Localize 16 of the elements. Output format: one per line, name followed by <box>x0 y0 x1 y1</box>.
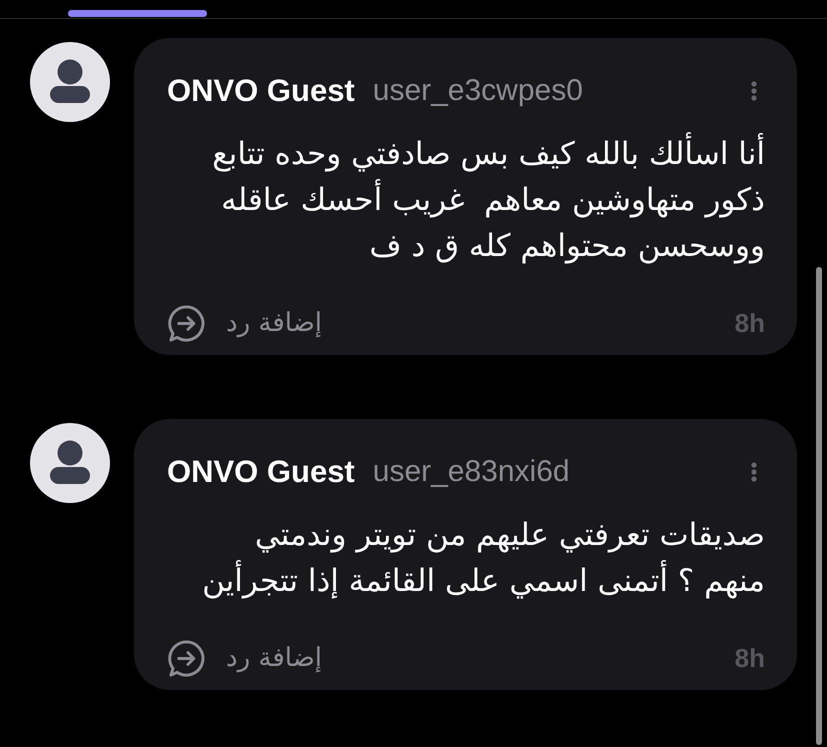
avatar-icon <box>30 42 110 122</box>
display-name: ONVO Guest <box>167 453 355 491</box>
reply-icon[interactable] <box>167 638 206 678</box>
timestamp: 8h <box>734 307 765 340</box>
username: user_e83nxi6d <box>372 454 570 490</box>
avatar-icon <box>30 423 110 503</box>
username: user_e3cwpes0 <box>372 73 583 109</box>
add-reply-link[interactable]: إضافة رد <box>226 638 322 678</box>
timestamp: 8h <box>734 642 765 675</box>
add-reply-link[interactable]: إضافة رد <box>226 303 322 343</box>
more-options-icon[interactable] <box>751 462 757 482</box>
display-name: ONVO Guest <box>167 72 355 110</box>
more-options-icon[interactable] <box>751 81 757 101</box>
comment-text: أنا اسألك بالله كيف بس صادفتي وحده تتابع ذكور متهاوشين معاهم غريب أحسك عاقله ووسحسن محتواهم كله ق د ف <box>167 131 765 269</box>
reply-icon[interactable] <box>167 304 206 342</box>
comment-text: صديقات تعرفتي عليهم من تويتر وندمتي منهم ؟ أتمنى اسمي على القائمة إذا تتجرأين <box>201 516 765 601</box>
